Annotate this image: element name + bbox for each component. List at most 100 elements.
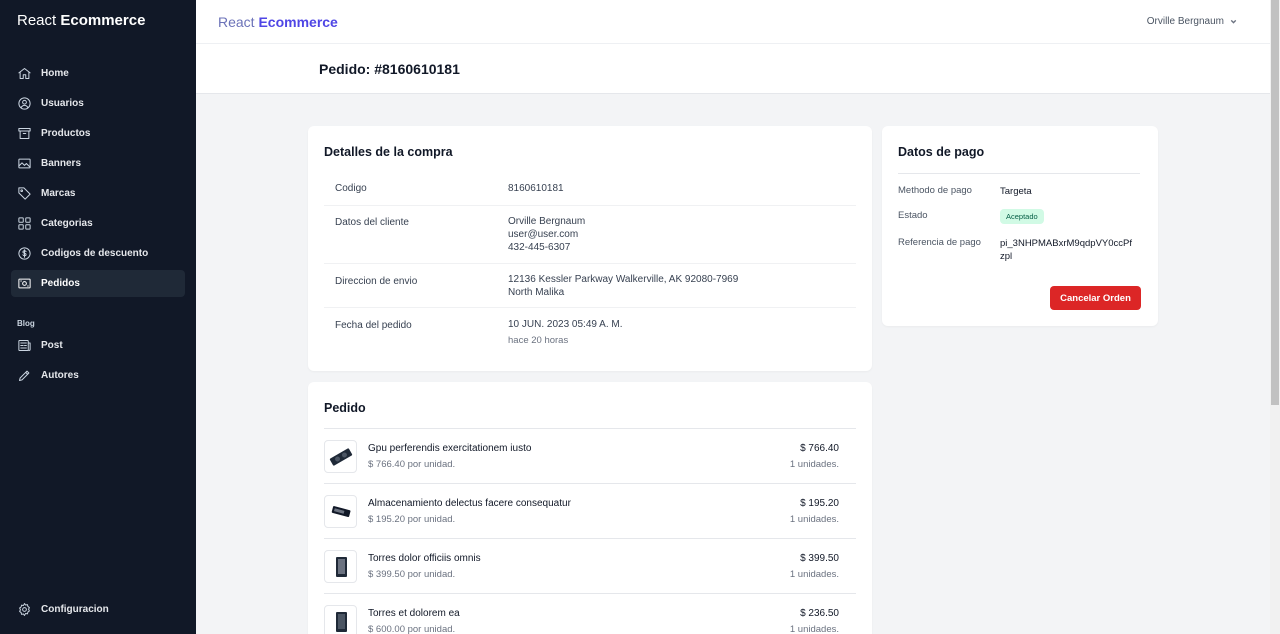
payment-reference-label: Referencia de pago bbox=[898, 237, 981, 248]
item-price: $ 236.50 bbox=[800, 608, 839, 619]
sidebar-item-label: Configuracion bbox=[41, 604, 109, 615]
sidebar-brand[interactable]: React Ecommerce bbox=[17, 12, 145, 29]
divider bbox=[898, 173, 1140, 174]
item-name: Gpu perferendis exercitationem iusto bbox=[368, 443, 532, 454]
sidebar-item-marcas[interactable]: Marcas bbox=[11, 180, 185, 207]
item-quantity: 1 unidades. bbox=[789, 624, 839, 634]
topbar-brand-bold: Ecommerce bbox=[258, 14, 338, 30]
item-price: $ 399.50 bbox=[800, 553, 839, 564]
sidebar-bottom: Configuracion bbox=[11, 596, 185, 626]
sidebar-item-label: Home bbox=[41, 68, 69, 79]
item-name: Torres et dolorem ea bbox=[368, 608, 460, 619]
purchase-details-card: Detalles de la compra Codigo 8160610181 … bbox=[308, 126, 872, 371]
item-quantity: 1 unidades. bbox=[789, 569, 839, 580]
order-item[interactable]: Almacenamiento delectus facere consequat… bbox=[324, 484, 856, 539]
sidebar-item-label: Pedidos bbox=[41, 278, 80, 289]
topbar-brand-light: React bbox=[218, 14, 255, 30]
user-name: Orville Bergnaum bbox=[1146, 16, 1224, 27]
brand-bold-text: Ecommerce bbox=[60, 12, 146, 29]
scrollbar-thumb[interactable] bbox=[1271, 0, 1279, 405]
pencil-icon bbox=[19, 370, 30, 381]
gpu-icon bbox=[329, 447, 352, 466]
detail-row-address: Direccion de envio 12136 Kessler Parkway… bbox=[324, 264, 856, 308]
grid-icon bbox=[18, 217, 31, 230]
order-title: Pedido bbox=[324, 401, 366, 415]
item-price: $ 195.20 bbox=[800, 498, 839, 509]
item-price: $ 766.40 bbox=[800, 443, 839, 454]
sidebar-item-label: Categorias bbox=[41, 218, 93, 229]
sidebar-item-post[interactable]: Post bbox=[11, 332, 185, 359]
payment-method-label: Methodo de pago bbox=[898, 185, 972, 196]
address-label: Direccion de envio bbox=[335, 276, 418, 287]
pc-tower-icon bbox=[335, 556, 347, 577]
sidebar-item-configuracion[interactable]: Configuracion bbox=[11, 596, 185, 623]
page-scrollbar[interactable] bbox=[1270, 0, 1280, 634]
item-name: Torres dolor officiis omnis bbox=[368, 553, 481, 564]
reference-line1: pi_3NHPMABxrM9qdpVY0ccPf bbox=[1000, 238, 1132, 249]
topbar-brand[interactable]: React Ecommerce bbox=[218, 14, 338, 30]
blog-section-label: Blog bbox=[17, 319, 35, 328]
item-quantity: 1 unidades. bbox=[789, 514, 839, 525]
sidebar-item-categorias[interactable]: Categorias bbox=[11, 210, 185, 237]
code-value: 8160610181 bbox=[508, 183, 564, 194]
item-unit-price: $ 399.50 por unidad. bbox=[368, 569, 456, 580]
storage-icon bbox=[331, 505, 351, 517]
user-circle-icon bbox=[18, 97, 31, 110]
order-date: 10 JUN. 2023 05:49 A. M. bbox=[508, 319, 623, 330]
sidebar-item-pedidos[interactable]: Pedidos bbox=[11, 270, 185, 297]
sidebar-item-label: Marcas bbox=[41, 188, 76, 199]
status-badge: Aceptado bbox=[1000, 209, 1044, 224]
detail-row-date: Fecha del pedido 10 JUN. 2023 05:49 A. M… bbox=[324, 308, 856, 352]
item-unit-price: $ 766.40 por unidad. bbox=[368, 459, 456, 470]
item-unit-price: $ 600.00 por unidad. bbox=[368, 624, 456, 634]
client-email: user@user.com bbox=[508, 229, 579, 240]
date-label: Fecha del pedido bbox=[335, 320, 412, 331]
item-unit-price: $ 195.20 por unidad. bbox=[368, 514, 456, 525]
page-header: Pedido: #8160610181 bbox=[196, 44, 1270, 94]
sidebar-item-usuarios[interactable]: Usuarios bbox=[11, 90, 185, 117]
sidebar-nav: Home Usuarios Productos Banners Marcas C… bbox=[11, 60, 185, 300]
order-items-card: Pedido Gpu perferendis exercitationem iu… bbox=[308, 382, 872, 634]
payment-status-label: Estado bbox=[898, 210, 928, 221]
gear-icon bbox=[19, 603, 30, 616]
sidebar-item-label: Codigos de descuento bbox=[41, 248, 149, 259]
chevron-down-icon bbox=[1230, 19, 1237, 24]
sidebar-item-productos[interactable]: Productos bbox=[11, 120, 185, 147]
detail-row-client: Datos del cliente Orville Bergnaum user@… bbox=[324, 206, 856, 264]
dollar-circle-icon bbox=[18, 247, 31, 260]
detail-row-code: Codigo 8160610181 bbox=[324, 172, 856, 206]
home-icon bbox=[18, 68, 31, 79]
archive-box-icon bbox=[18, 128, 31, 139]
product-thumbnail bbox=[324, 495, 357, 528]
topbar: React Ecommerce Orville Bergnaum bbox=[196, 0, 1270, 44]
user-menu-button[interactable]: Orville Bergnaum bbox=[1147, 16, 1238, 27]
page-title: Pedido: #8160610181 bbox=[319, 61, 460, 77]
reference-line2: zpl bbox=[1000, 251, 1013, 262]
newspaper-icon bbox=[18, 340, 31, 351]
payment-details-title: Datos de pago bbox=[898, 145, 985, 159]
sidebar-item-autores[interactable]: Autores bbox=[11, 362, 185, 389]
order-item[interactable]: Gpu perferendis exercitationem iusto $ 7… bbox=[324, 429, 856, 484]
date-value: 10 JUN. 2023 05:49 A. M. hace 20 horas bbox=[508, 318, 623, 347]
payment-reference-value: pi_3NHPMABxrM9qdpVY0ccPf zpl bbox=[1000, 237, 1132, 263]
address-line1: 12136 Kessler Parkway Walkerville, AK 92… bbox=[508, 274, 739, 285]
brand-light-text: React bbox=[17, 12, 57, 29]
order-item[interactable]: Torres dolor officiis omnis $ 399.50 por… bbox=[324, 539, 856, 594]
sidebar-item-codigos-descuento[interactable]: Codigos de descuento bbox=[11, 240, 185, 267]
pc-tower-icon bbox=[335, 611, 347, 632]
sidebar-item-label: Banners bbox=[41, 158, 82, 169]
tag-icon bbox=[18, 187, 31, 200]
sidebar-item-home[interactable]: Home bbox=[11, 60, 185, 87]
product-thumbnail bbox=[324, 440, 357, 473]
sidebar-item-label: Usuarios bbox=[41, 98, 84, 109]
product-thumbnail bbox=[324, 605, 357, 634]
cancel-order-button[interactable]: Cancelar Orden bbox=[1050, 286, 1141, 310]
order-item[interactable]: Torres et dolorem ea $ 600.00 por unidad… bbox=[324, 594, 856, 634]
image-icon bbox=[18, 158, 31, 169]
client-label: Datos del cliente bbox=[335, 217, 409, 228]
sidebar-item-banners[interactable]: Banners bbox=[11, 150, 185, 177]
sidebar: React Ecommerce Home Usuarios Productos … bbox=[0, 0, 196, 634]
sidebar-item-label: Productos bbox=[41, 128, 91, 139]
payment-method-value: Targeta bbox=[1000, 186, 1032, 197]
client-name: Orville Bergnaum bbox=[508, 216, 586, 227]
